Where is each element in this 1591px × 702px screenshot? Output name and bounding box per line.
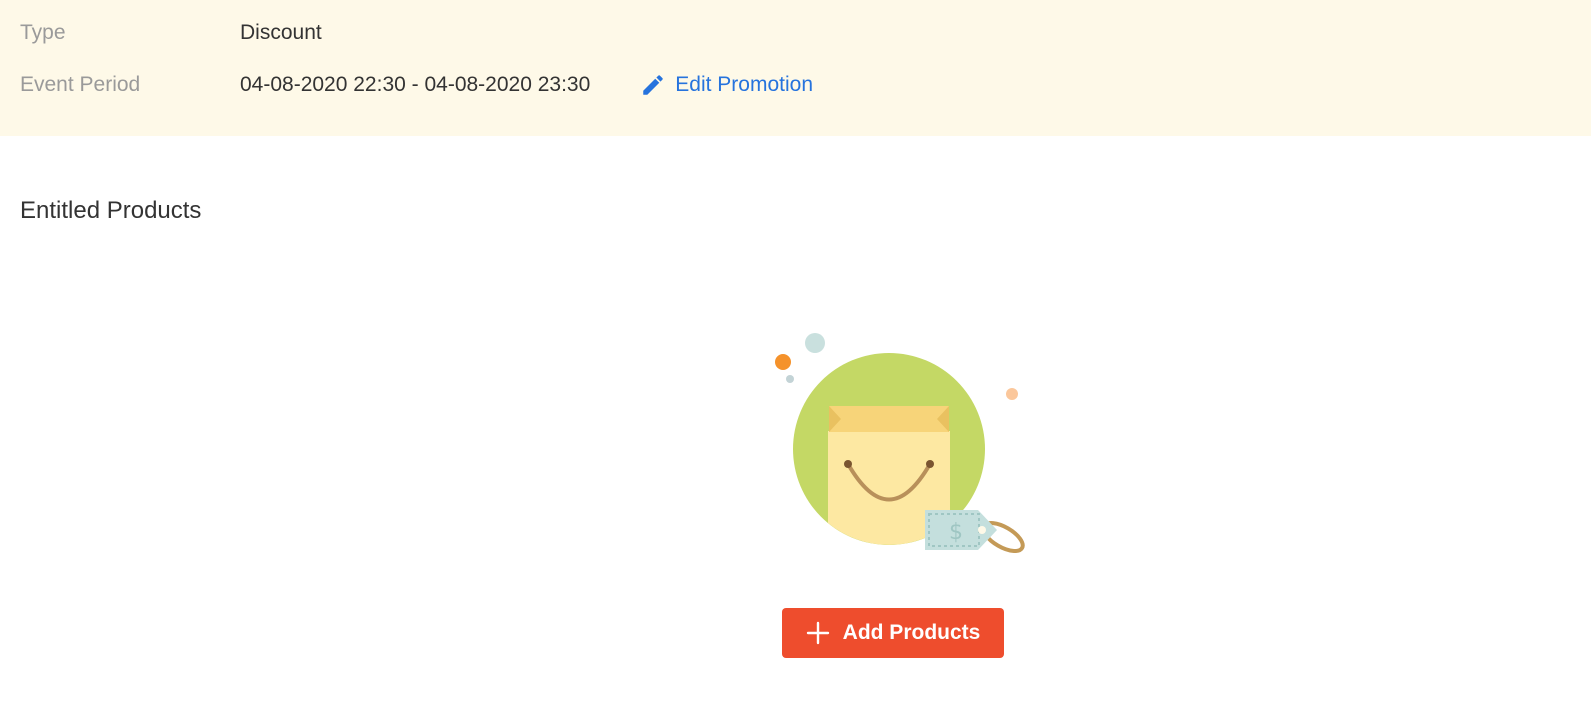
edit-promotion-link[interactable]: Edit Promotion <box>640 72 813 98</box>
type-row: Type Discount <box>20 18 322 48</box>
event-period-row: Event Period 04-08-2020 22:30 - 04-08-20… <box>20 70 813 100</box>
add-products-label: Add Products <box>842 621 981 644</box>
event-period-value: 04-08-2020 22:30 - 04-08-2020 23:30 <box>240 73 591 96</box>
shopping-bag-icon: $ <box>775 333 1025 553</box>
svg-text:$: $ <box>949 520 963 545</box>
type-label: Type <box>20 21 66 44</box>
pencil-icon <box>643 75 664 95</box>
entitled-products-title: Entitled Products <box>20 197 202 224</box>
empty-products-illustration: $ <box>757 325 1027 560</box>
add-products-button[interactable]: Add Products <box>782 608 1004 658</box>
type-value: Discount <box>240 21 322 44</box>
promotion-info-panel: Type Discount Event Period 04-08-2020 22… <box>0 0 1591 136</box>
event-period-label: Event Period <box>20 73 141 96</box>
edit-promotion-label: Edit Promotion <box>675 73 814 96</box>
plus-icon <box>806 621 830 645</box>
